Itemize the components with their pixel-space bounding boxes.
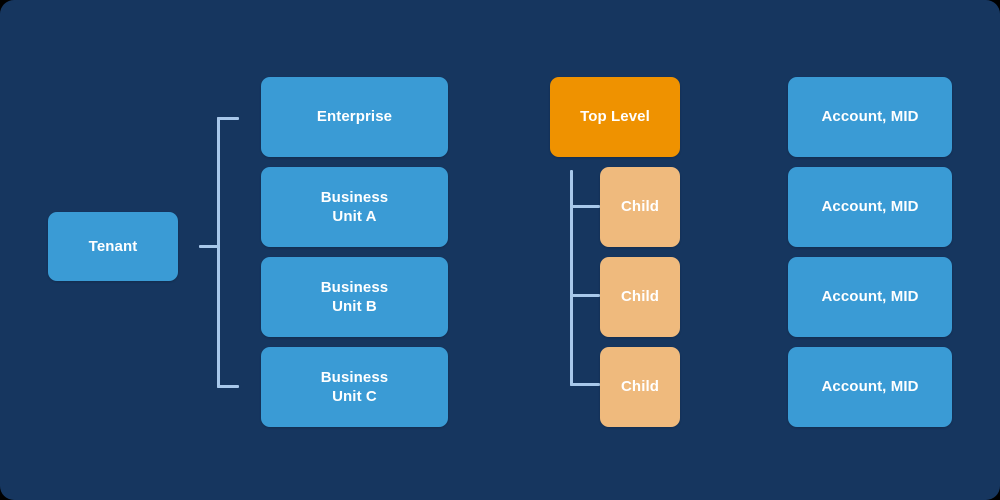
node-child-2[interactable]: Child [600, 257, 680, 337]
node-business-unit-a[interactable]: Business Unit A [261, 167, 448, 247]
node-tenant[interactable]: Tenant [48, 212, 178, 281]
node-child-3[interactable]: Child [600, 347, 680, 427]
node-account-mid-3[interactable]: Account, MID [788, 257, 952, 337]
toplevel-bracket-stub-child-2 [570, 294, 600, 297]
node-business-unit-b[interactable]: Business Unit B [261, 257, 448, 337]
node-enterprise[interactable]: Enterprise [261, 77, 448, 157]
toplevel-bracket-stub-child-1 [570, 205, 600, 208]
node-account-mid-1[interactable]: Account, MID [788, 77, 952, 157]
tenant-bracket-bottom-stub [217, 385, 239, 388]
hierarchy-diagram: Tenant Enterprise Business Unit A Busine… [0, 0, 1000, 500]
node-business-unit-c[interactable]: Business Unit C [261, 347, 448, 427]
toplevel-bracket-vertical-line [570, 170, 573, 386]
node-top-level[interactable]: Top Level [550, 77, 680, 157]
node-account-mid-4[interactable]: Account, MID [788, 347, 952, 427]
node-account-mid-2[interactable]: Account, MID [788, 167, 952, 247]
tenant-bracket-left-stub [199, 245, 219, 248]
tenant-bracket-top-stub [217, 117, 239, 120]
node-child-1[interactable]: Child [600, 167, 680, 247]
toplevel-bracket-stub-child-3 [570, 383, 600, 386]
tenant-bracket-vertical-line [217, 117, 220, 388]
